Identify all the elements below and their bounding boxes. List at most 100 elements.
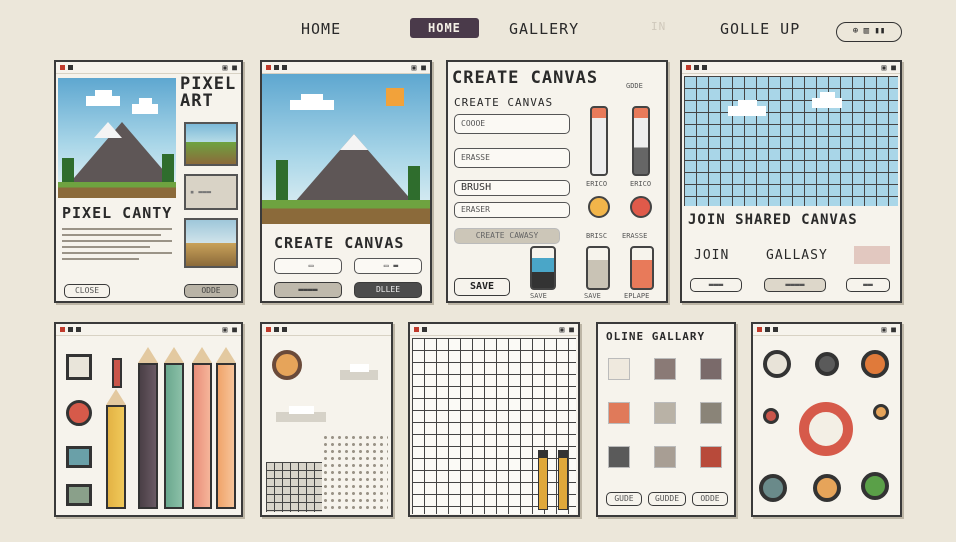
secondary-button[interactable]: ▬▬▬▬: [764, 278, 826, 292]
gallery-title: OLINE GALLARY: [606, 330, 706, 343]
brush-tool-icon[interactable]: [632, 106, 650, 176]
form-heading: CREATE CANVAS: [452, 68, 599, 88]
height-field[interactable]: ▭ ▬: [354, 258, 422, 274]
image-icon[interactable]: [66, 446, 92, 468]
window-titlebar: ▣ ■: [410, 324, 578, 336]
pencil-icon[interactable]: [164, 347, 184, 509]
image-icon[interactable]: [66, 484, 92, 506]
bottle-icon[interactable]: [630, 246, 654, 290]
palette-icon[interactable]: [66, 354, 92, 380]
pencil-icon[interactable]: [138, 347, 158, 509]
window-controls-icon[interactable]: ▣ ■: [882, 326, 896, 334]
thumbnail-scene[interactable]: [184, 218, 238, 268]
tool-label: SAVE: [584, 292, 601, 300]
pencil-icon[interactable]: [106, 389, 126, 509]
thumbnail-landscape[interactable]: [184, 122, 238, 166]
drawing-grid-window: ▣ ■: [408, 322, 580, 517]
marker-tool-icon[interactable]: [590, 106, 608, 176]
create-canvas-title: CREATE CANVAS: [274, 234, 405, 252]
ground: [58, 182, 176, 198]
sprites-window: ▣ ■: [751, 322, 902, 517]
color-field[interactable]: COOOE: [454, 114, 570, 134]
gallery-thumbnail[interactable]: [608, 358, 630, 380]
pixel-grid-patch: [266, 462, 322, 512]
sprite-icon[interactable]: [815, 352, 839, 376]
pencil-icon[interactable]: [216, 347, 236, 509]
ground: [262, 200, 430, 224]
join-label[interactable]: JOIN: [694, 248, 729, 263]
save-button[interactable]: SAVE: [454, 278, 510, 296]
sprite-icon[interactable]: [861, 350, 889, 378]
tree-icon: [276, 160, 288, 200]
secondary-button[interactable]: ▬▬▬▬: [274, 282, 342, 298]
eraser-icon[interactable]: [630, 196, 652, 218]
gallery-thumbnail[interactable]: [700, 358, 722, 380]
window-controls-icon[interactable]: ▣ ■: [223, 326, 237, 334]
tool-label: SAVE: [530, 292, 547, 300]
online-gallery-window: OLINE GALLARY GUDE GUDDE ODDE: [596, 322, 736, 517]
window-controls-icon[interactable]: ▣ ■: [223, 64, 237, 72]
gallery-thumbnail[interactable]: [654, 446, 676, 468]
window-controls-icon[interactable]: ▣ ■: [882, 64, 896, 72]
cloud-icon: [728, 100, 766, 116]
window-titlebar: [262, 324, 391, 336]
sprite-icon[interactable]: [763, 350, 791, 378]
width-field[interactable]: ▭: [274, 258, 342, 274]
create-canvas-button[interactable]: CREATE CAWASY: [454, 228, 560, 244]
body-text-lines: [62, 228, 172, 264]
paint-bottle-icon[interactable]: [530, 246, 556, 290]
shared-canvas-grid[interactable]: [684, 76, 898, 206]
target-sprite-icon[interactable]: [799, 402, 853, 456]
gallery-thumbnail[interactable]: [608, 446, 630, 468]
drawing-grid-canvas[interactable]: [412, 338, 576, 514]
sprite-icon[interactable]: [759, 474, 787, 502]
sprite-icon[interactable]: [873, 404, 889, 420]
window-controls-icon[interactable]: ▣ ■: [560, 326, 574, 334]
tool-label: EPLAPE: [624, 292, 650, 300]
gallery-label[interactable]: GALLASY: [766, 248, 828, 263]
nav-home-link[interactable]: HOME: [301, 20, 341, 38]
paint-icon[interactable]: [588, 196, 610, 218]
nav-faded-link[interactable]: IN: [651, 20, 666, 33]
gallery-thumbnail[interactable]: [654, 358, 676, 380]
gallery-thumbnail[interactable]: [700, 402, 722, 424]
pencil-icon[interactable]: [558, 450, 568, 510]
gallery-button[interactable]: GUDDE: [648, 492, 686, 506]
gallery-button[interactable]: GUDE: [606, 492, 642, 506]
eraser-size-field[interactable]: ERASER: [454, 202, 570, 218]
sprite-icon[interactable]: [763, 408, 779, 424]
bottle-icon[interactable]: [586, 246, 610, 290]
top-nav: HOME HOME GALLERY IN GOLLE UP ⊕ ▥ ▮▮: [0, 14, 956, 46]
secondary-button[interactable]: ODDE: [184, 284, 238, 298]
tool-label: BRISC: [586, 232, 608, 240]
thumbnail-placeholder[interactable]: ▪ ▬▬▬: [184, 174, 238, 210]
pencil-tools-window: ▣ ■: [54, 322, 243, 517]
window-titlebar: ▣ ■: [262, 62, 430, 74]
gallery-thumbnail[interactable]: [700, 446, 722, 468]
secondary-button[interactable]: ▬▬▬: [690, 278, 742, 292]
brush-icon[interactable]: [112, 358, 122, 388]
sprite-icon[interactable]: [813, 474, 841, 502]
gallery-button[interactable]: ODDE: [692, 492, 728, 506]
nav-toggle-pill[interactable]: ⊕ ▥ ▮▮: [836, 22, 902, 42]
gallery-thumbnail[interactable]: [654, 402, 676, 424]
delete-button[interactable]: DLLEE: [354, 282, 422, 298]
cloud-icon: [132, 98, 158, 114]
form-subheading: CREATE CANVAS: [454, 96, 554, 109]
color-dot-icon[interactable]: [66, 400, 92, 426]
sprite-icon[interactable]: [861, 472, 889, 500]
gallery-thumbnail[interactable]: [608, 402, 630, 424]
brush-field[interactable]: BRUSH: [454, 180, 570, 196]
pencil-icon[interactable]: [538, 450, 548, 510]
eraser-field[interactable]: ERASSE: [454, 148, 570, 168]
secondary-button[interactable]: ▬▬: [846, 278, 890, 292]
pencil-icon[interactable]: [192, 347, 212, 509]
nav-home-active-tab[interactable]: HOME: [410, 18, 479, 38]
create-canvas-preview-window: ▣ ■ CREATE CANVAS ▭ ▭ ▬ ▬▬▬▬ DLLEE: [260, 60, 432, 303]
join-canvas-title: JOIN SHARED CANVAS: [688, 212, 858, 228]
tool-label: ERICO: [586, 180, 608, 188]
nav-signup-link[interactable]: GOLLE UP: [720, 20, 800, 38]
nav-gallery-link[interactable]: GALLERY: [509, 20, 579, 38]
window-controls-icon[interactable]: ▣ ■: [412, 64, 426, 72]
close-button[interactable]: CLOSE: [64, 284, 110, 298]
